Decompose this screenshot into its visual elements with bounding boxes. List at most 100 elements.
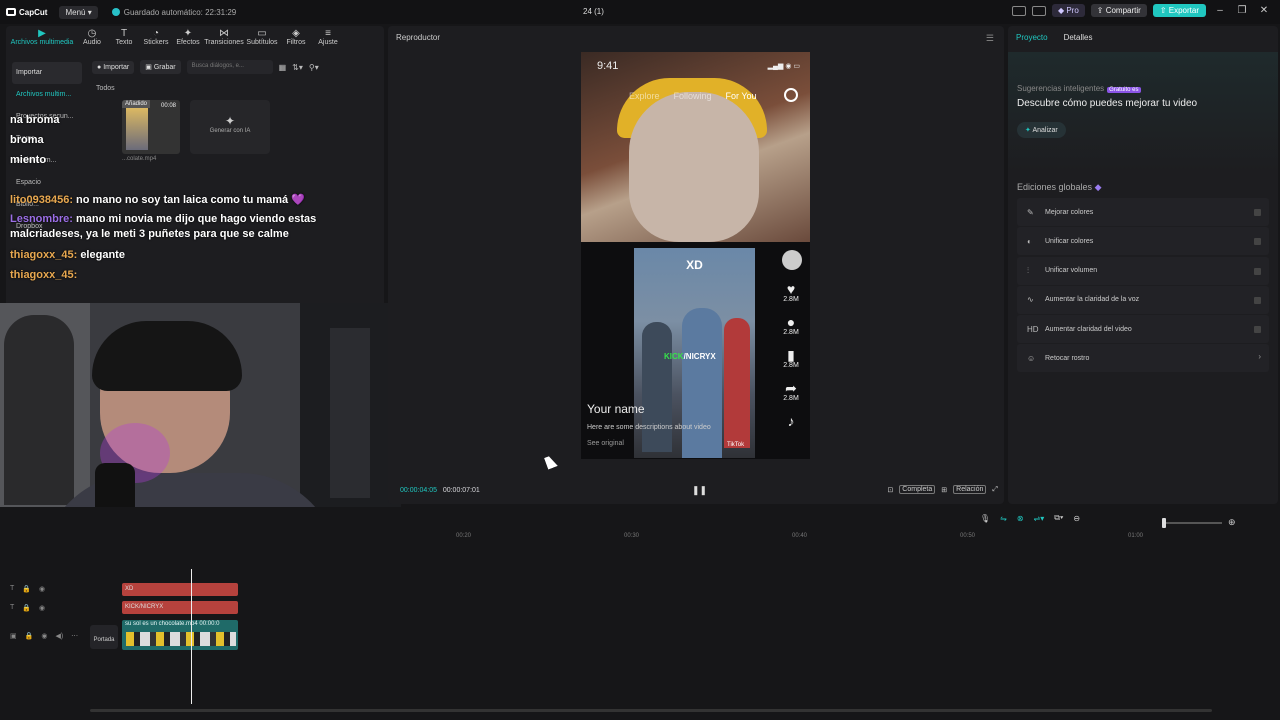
lock-icon[interactable]: 🔒: [22, 585, 31, 593]
unify-colors-item[interactable]: ◐ Unificar colores: [1017, 227, 1269, 256]
cover-button[interactable]: Portada: [90, 625, 118, 649]
share-button[interactable]: ⇪ Compartir: [1090, 4, 1147, 17]
timeline-panel: 🎙 ⇋ ⊗ ⇌▾ ⧉▾ ⊖ ⊕ 00:20 00:30 00:40 00:50 …: [0, 507, 1280, 720]
menu-button[interactable]: Menú ▾: [59, 5, 98, 19]
tab-stickers[interactable]: ◔ Stickers: [140, 26, 172, 52]
volume-icon: ⫶: [1027, 265, 1029, 275]
zoom-slider[interactable]: [1162, 517, 1222, 528]
video-icon: ▣: [10, 633, 17, 640]
see-original-label: See original: [587, 440, 624, 447]
preview-icon[interactable]: ⧉▾: [1054, 513, 1063, 523]
suggestions-title: Descubre cómo puedes mejorar tu video: [1017, 98, 1198, 109]
phone-clock: 9:41: [597, 60, 619, 72]
pro-button[interactable]: ◆ Pro: [1051, 4, 1085, 17]
text-clip-kick[interactable]: KICK/NICRYX: [122, 601, 238, 614]
added-badge: Añadido: [122, 100, 151, 108]
minimize-icon[interactable]: –: [1212, 5, 1228, 16]
filter-icon[interactable]: ⚲▾: [309, 63, 319, 72]
video-clip[interactable]: su sol es un chocolate.mp4 00:00:0: [122, 620, 238, 650]
project-title: 24 (1): [583, 7, 604, 16]
heart-icon: ♥: [786, 281, 796, 297]
video-clarity-item[interactable]: HD Aumentar claridad del video: [1017, 315, 1269, 344]
eye-icon[interactable]: ◉: [39, 585, 45, 593]
full-quality-button[interactable]: Completa: [899, 485, 936, 494]
lock-icon[interactable]: 🔒: [25, 632, 34, 640]
link-icon[interactable]: ⇋: [1000, 514, 1007, 523]
sort-icon[interactable]: ⇅▾: [292, 63, 303, 72]
tab-adjust[interactable]: ≡ Ajuste: [312, 26, 344, 52]
toggle[interactable]: [1254, 296, 1261, 304]
sidebar-item-import[interactable]: Importar: [12, 62, 82, 84]
playhead[interactable]: [191, 569, 192, 704]
toggle[interactable]: [1254, 267, 1261, 275]
crop-icon[interactable]: ⊞: [941, 486, 947, 494]
eye-icon[interactable]: ◉: [39, 604, 45, 612]
nav-explore: Explore: [629, 91, 660, 101]
export-button[interactable]: ⇧ Exportar: [1152, 4, 1206, 17]
audio-icon[interactable]: ◀): [55, 632, 63, 640]
phone-status-icons: ▂▄▆ ◉ ▭: [767, 63, 800, 70]
tab-text[interactable]: T Texto: [108, 26, 140, 52]
tab-effects[interactable]: ✦ Efectos: [172, 26, 204, 52]
pause-icon[interactable]: ❚❚: [692, 485, 707, 496]
record-button[interactable]: ▣ Grabar: [140, 60, 181, 74]
sidebar-item-media[interactable]: Archivos multim...: [12, 84, 82, 106]
snapshot-icon[interactable]: ⊡: [887, 486, 893, 494]
text-track-header: T 🔒 ◉: [10, 585, 45, 593]
zoom-slider-knob[interactable]: [1162, 517, 1166, 528]
video-canvas[interactable]: 9:41 ▂▄▆ ◉ ▭ Explore Following For You X…: [581, 52, 810, 459]
fullscreen-icon[interactable]: ⤢: [992, 486, 998, 494]
hd-icon: HD: [1027, 324, 1039, 334]
autosave-status: Guardado automático: 22:31:29: [111, 8, 236, 17]
minus-zoom-icon[interactable]: ⊖: [1073, 514, 1080, 523]
tab-audio[interactable]: ◷ Audio: [76, 26, 108, 52]
tab-details[interactable]: Detalles: [1064, 33, 1093, 42]
plus-zoom-icon[interactable]: ⊕: [1228, 517, 1236, 528]
timeline-scrollbar[interactable]: [90, 709, 1212, 712]
player-menu-icon[interactable]: ☰: [986, 33, 994, 44]
player-panel: Reproductor ☰ 9:41 ▂▄▆ ◉ ▭ Explore Follo…: [388, 26, 1004, 504]
close-icon[interactable]: ✕: [1256, 5, 1272, 16]
mic-icon[interactable]: 🎙: [980, 514, 990, 523]
text-clip-xd[interactable]: XD: [122, 583, 238, 596]
ratio-button[interactable]: Relación: [953, 485, 987, 494]
tab-filters[interactable]: ◈ Filtros: [280, 26, 312, 52]
analyze-button[interactable]: ✦ Analizar: [1017, 122, 1066, 138]
tab-subtitles[interactable]: ▭ Subtítulos: [244, 26, 280, 52]
magnet-icon[interactable]: ⊗: [1017, 514, 1024, 523]
shortcuts-icon[interactable]: [1031, 5, 1046, 16]
tab-transitions[interactable]: ⋈ Transiciones: [204, 26, 244, 52]
search-input[interactable]: Busca diálogos, e...: [186, 60, 273, 74]
retouch-face-item[interactable]: ☺ Retocar rostro ›: [1017, 344, 1269, 373]
cloud-icon: [111, 8, 120, 16]
timeline-ruler[interactable]: 00:20 00:30 00:40 00:50 01:00: [400, 533, 1280, 543]
split-icon[interactable]: ⇌▾: [1034, 514, 1045, 523]
filter-all[interactable]: Todos: [96, 85, 115, 92]
chat-message: miento: [10, 154, 47, 166]
username-label: Your name: [587, 402, 645, 416]
enhance-colors-item[interactable]: ✎ Mejorar colores: [1017, 198, 1269, 226]
tab-project[interactable]: Proyecto: [1016, 33, 1048, 42]
chat-message: lito0938456: no mano no soy tan laica co…: [10, 194, 305, 206]
grid-view-icon[interactable]: ▦: [279, 63, 287, 72]
toggle[interactable]: [1254, 209, 1261, 216]
toggle[interactable]: [1254, 326, 1261, 334]
more-icon[interactable]: ⋯: [71, 632, 78, 640]
chat-message: na broma: [10, 114, 60, 126]
voice-clarity-item[interactable]: ∿ Aumentar la claridad de la voz: [1017, 285, 1269, 314]
restore-icon[interactable]: ❐: [1234, 5, 1250, 16]
layout-icon[interactable]: [1011, 5, 1026, 16]
toggle[interactable]: [1254, 238, 1261, 246]
unify-volume-item[interactable]: ⫶ Unificar volumen: [1017, 256, 1269, 285]
eye-icon[interactable]: ◉: [41, 632, 47, 640]
lock-icon[interactable]: 🔒: [22, 604, 31, 612]
search-icon: [784, 88, 798, 102]
properties-panel: Proyecto Detalles Sugerencias inteligent…: [1008, 26, 1278, 504]
import-button[interactable]: ● Importar: [92, 60, 135, 74]
global-edits-list: ✎ Mejorar colores ◐ Unificar colores ⫶ Unif…: [1017, 198, 1269, 374]
tab-media[interactable]: ▶ Archivos multimedia: [8, 26, 76, 52]
ruler-tick: 01:00: [1128, 533, 1144, 539]
tiktok-icon: ♪: [787, 413, 795, 429]
ruler-tick: 00:50: [960, 533, 976, 539]
ruler-tick: 00:40: [792, 533, 808, 539]
